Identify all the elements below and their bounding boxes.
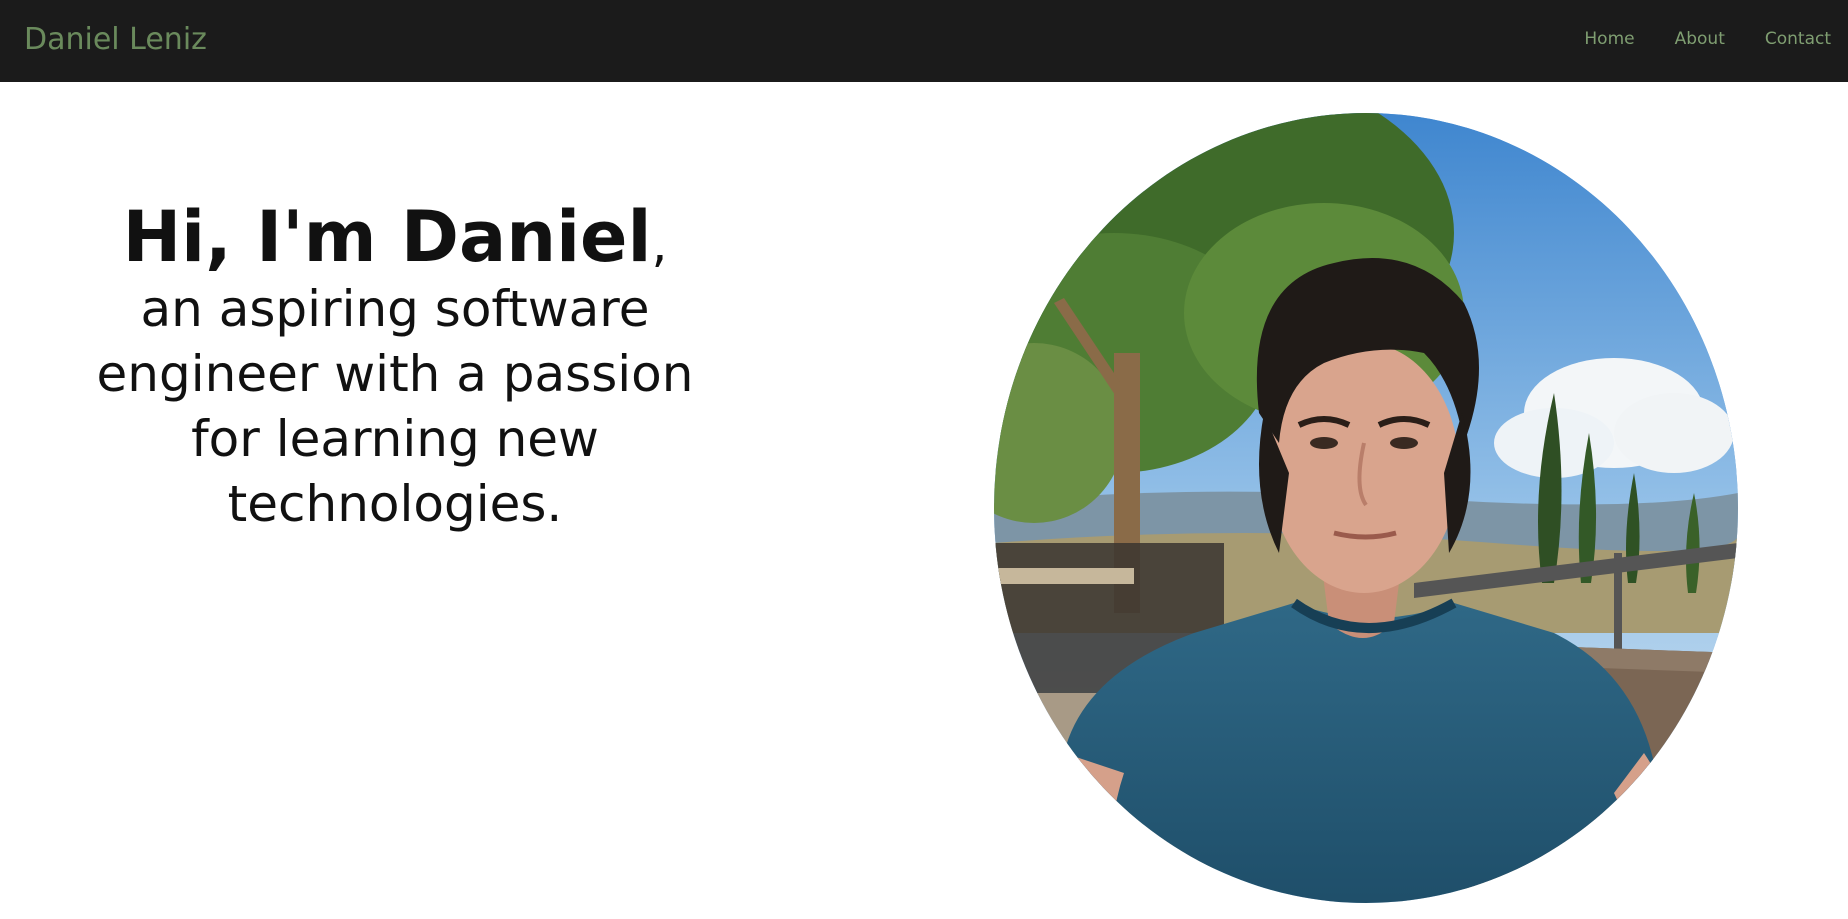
profile-photo [994, 113, 1738, 903]
nav-link-home[interactable]: Home [1584, 27, 1634, 51]
nav-menu: Home About Contact [1584, 27, 1831, 51]
nav-link-contact[interactable]: Contact [1765, 27, 1831, 51]
hero-heading: Hi, I'm Daniel, an aspiring software eng… [95, 202, 695, 537]
brand-logo-link[interactable]: Daniel Leniz [24, 20, 207, 60]
top-navbar: Daniel Leniz Home About Contact [0, 0, 1848, 82]
nav-link-about[interactable]: About [1675, 27, 1725, 51]
hero-greeting-bold: Hi, I'm Daniel [122, 196, 652, 278]
profile-photo-illustration [994, 113, 1738, 903]
